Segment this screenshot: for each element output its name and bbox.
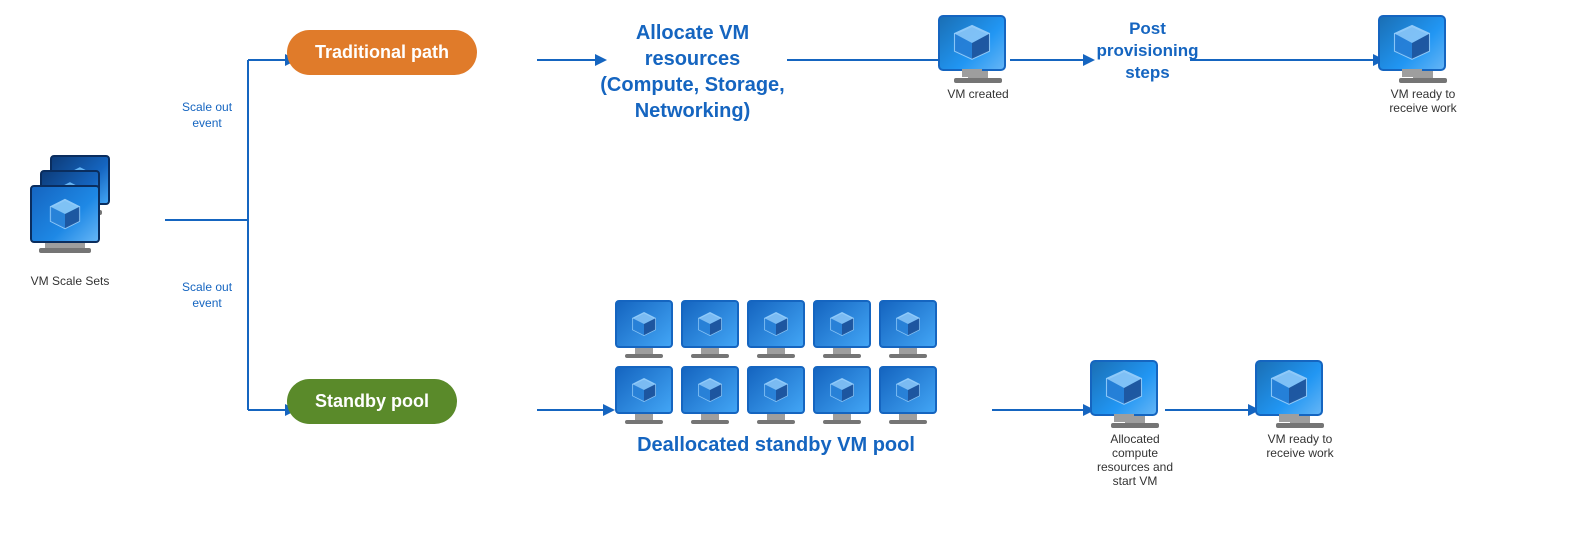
- standby-pool-pill: Standby pool: [287, 379, 457, 424]
- allocate-vm-resources-text: Allocate VM resources (Compute, Storage,…: [600, 20, 785, 124]
- pool-monitor-5: [879, 300, 937, 358]
- pool-row-2: [615, 366, 937, 424]
- vm-ready-bottom-monitor: [1255, 360, 1323, 416]
- allocated-compute-label: Allocated compute resources and start VM: [1090, 432, 1180, 488]
- vm-ready-bottom-label: VM ready to receive work: [1255, 432, 1345, 460]
- deallocated-pool-label: Deallocated standby VM pool: [615, 432, 937, 458]
- standby-pool-label: Standby pool: [287, 379, 457, 424]
- vm-created-label: VM created: [938, 87, 1018, 101]
- scale-out-event-bottom: Scale out event: [182, 280, 232, 311]
- pool-monitor-2: [681, 300, 739, 358]
- post-provisioning-text: Post provisioning steps: [1095, 18, 1200, 84]
- vm-ready-top-monitor: [1378, 15, 1446, 71]
- pool-monitor-8: [747, 366, 805, 424]
- vm-ready-top-base: [1399, 78, 1447, 83]
- vm-ready-bottom-group: VM ready to receive work: [1255, 360, 1345, 460]
- arrows-overlay: [0, 0, 1573, 553]
- deallocated-pool-group: Deallocated standby VM pool: [615, 300, 937, 458]
- pool-monitor-9: [813, 366, 871, 424]
- pool-monitor-10: [879, 366, 937, 424]
- vm-created-monitor: [938, 15, 1006, 71]
- diagram: VM Scale Sets Scale out event Scale out …: [0, 0, 1573, 553]
- vmss-monitor-front: [30, 185, 100, 253]
- scale-out-event-top: Scale out event: [182, 100, 232, 131]
- pool-row-1: [615, 300, 937, 358]
- allocated-compute-monitor: [1090, 360, 1158, 416]
- vm-ready-bottom-base: [1276, 423, 1324, 428]
- traditional-path-label: Traditional path: [287, 30, 477, 75]
- pool-monitor-6: [615, 366, 673, 424]
- vm-created-base: [954, 78, 1002, 83]
- vm-scale-sets-label: VM Scale Sets: [25, 274, 115, 288]
- allocated-compute-group: Allocated compute resources and start VM: [1090, 360, 1180, 488]
- pool-monitor-4: [813, 300, 871, 358]
- vm-ready-top-label: VM ready to receive work: [1378, 87, 1468, 115]
- traditional-path-pill: Traditional path: [287, 30, 477, 75]
- vm-created-group: VM created: [938, 15, 1018, 101]
- allocated-compute-base: [1111, 423, 1159, 428]
- pool-monitor-1: [615, 300, 673, 358]
- pool-monitor-3: [747, 300, 805, 358]
- pool-monitor-7: [681, 366, 739, 424]
- vm-ready-top-group: VM ready to receive work: [1378, 15, 1468, 115]
